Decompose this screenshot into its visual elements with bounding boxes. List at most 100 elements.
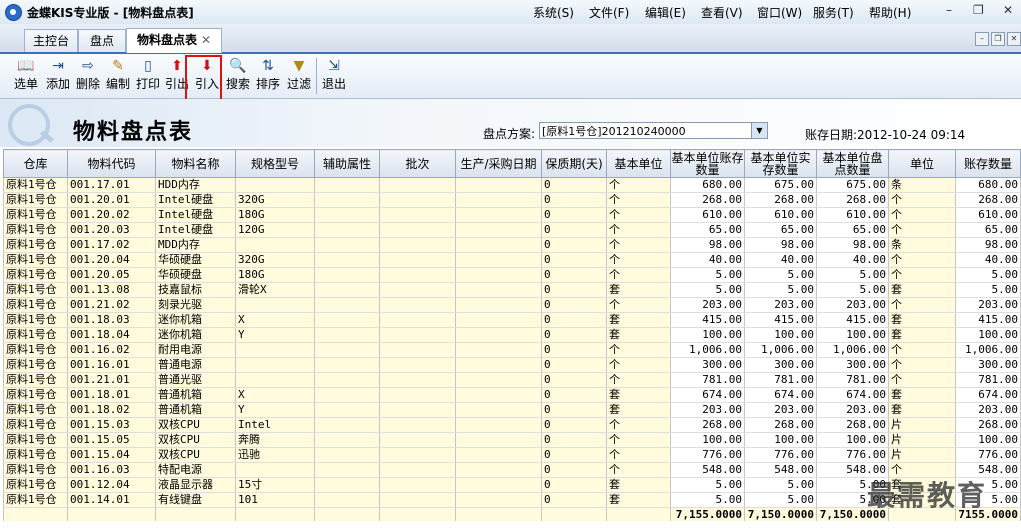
- table-cell[interactable]: 1,006.00: [670, 342, 745, 358]
- restore-icon[interactable]: ❐: [973, 3, 984, 17]
- table-cell[interactable]: 001.16.02: [67, 342, 156, 358]
- table-cell[interactable]: 610.00: [670, 207, 745, 223]
- table-cell[interactable]: 个: [888, 222, 956, 238]
- table-cell[interactable]: 98.00: [744, 237, 817, 253]
- table-row[interactable]: 原料1号仓 001.16.02 耐用电源 0 个 1,006.00 1,006.00 1,00…: [3, 342, 1021, 358]
- table-cell[interactable]: 675.00: [816, 177, 889, 193]
- column-header[interactable]: 账存数量: [955, 149, 1021, 178]
- table-cell[interactable]: 0: [541, 267, 607, 283]
- table-cell[interactable]: [455, 357, 542, 373]
- table-cell[interactable]: [379, 372, 456, 388]
- table-cell[interactable]: 610.00: [955, 207, 1021, 223]
- table-cell[interactable]: 40.00: [744, 252, 817, 268]
- table-cell[interactable]: 个: [606, 462, 671, 478]
- table-cell[interactable]: 原料1号仓: [3, 237, 68, 253]
- table-cell[interactable]: 65.00: [670, 222, 745, 238]
- table-row[interactable]: 原料1号仓 001.20.03 Intel硬盘 120G 0 个 65.00 65.00 65.…: [3, 222, 1021, 238]
- table-cell[interactable]: 个: [606, 417, 671, 433]
- table-cell[interactable]: 0: [541, 252, 607, 268]
- table-cell[interactable]: 套: [606, 402, 671, 418]
- table-cell[interactable]: 个: [606, 297, 671, 313]
- table-cell[interactable]: 001.20.03: [67, 222, 156, 238]
- table-cell[interactable]: [235, 357, 315, 373]
- table-cell[interactable]: 0: [541, 462, 607, 478]
- menu-window[interactable]: 窗口(W): [757, 4, 802, 21]
- table-cell[interactable]: 原料1号仓: [3, 297, 68, 313]
- table-cell[interactable]: Y: [235, 327, 315, 343]
- table-cell[interactable]: 0: [541, 177, 607, 193]
- table-cell[interactable]: 0: [541, 207, 607, 223]
- table-cell[interactable]: 5.00: [670, 477, 745, 493]
- table-cell[interactable]: 0: [541, 417, 607, 433]
- table-cell[interactable]: [235, 342, 315, 358]
- table-cell[interactable]: [455, 402, 542, 418]
- table-cell[interactable]: 0: [541, 192, 607, 208]
- table-cell[interactable]: 100.00: [744, 432, 817, 448]
- table-cell[interactable]: 001.18.03: [67, 312, 156, 328]
- column-header[interactable]: 批次: [379, 149, 456, 178]
- table-cell[interactable]: 203.00: [670, 402, 745, 418]
- column-header[interactable]: 辅助属性: [314, 149, 380, 178]
- table-cell[interactable]: 个: [606, 177, 671, 193]
- table-cell[interactable]: X: [235, 312, 315, 328]
- table-cell[interactable]: 101: [235, 492, 315, 508]
- table-cell[interactable]: [314, 222, 380, 238]
- column-header[interactable]: 物料名称: [155, 149, 236, 178]
- table-cell[interactable]: 781.00: [816, 372, 889, 388]
- table-cell[interactable]: 原料1号仓: [3, 417, 68, 433]
- table-cell[interactable]: [314, 282, 380, 298]
- table-cell[interactable]: 原料1号仓: [3, 477, 68, 493]
- table-row[interactable]: 原料1号仓 001.15.05 双核CPU 奔腾 0 个 100.00 100.00 100.0…: [3, 432, 1021, 448]
- table-cell[interactable]: [455, 327, 542, 343]
- table-cell[interactable]: 原料1号仓: [3, 252, 68, 268]
- column-header[interactable]: 基本单位账存数量: [670, 149, 745, 178]
- table-cell[interactable]: 0: [541, 297, 607, 313]
- table-row[interactable]: 原料1号仓 001.13.08 技嘉鼠标 滑轮X 0 套 5.00 5.00 5.00 套 5.00: [3, 282, 1021, 298]
- table-cell[interactable]: 个: [606, 432, 671, 448]
- table-cell[interactable]: 680.00: [670, 177, 745, 193]
- table-cell[interactable]: [314, 447, 380, 463]
- table-cell[interactable]: 5.00: [955, 267, 1021, 283]
- table-cell[interactable]: 原料1号仓: [3, 372, 68, 388]
- table-cell[interactable]: 原料1号仓: [3, 312, 68, 328]
- table-cell[interactable]: 迷你机箱: [155, 312, 236, 328]
- table-cell[interactable]: [379, 237, 456, 253]
- table-cell[interactable]: 781.00: [744, 372, 817, 388]
- table-cell[interactable]: [455, 207, 542, 223]
- table-cell[interactable]: Intel硬盘: [155, 192, 236, 208]
- table-cell[interactable]: 原料1号仓: [3, 282, 68, 298]
- table-cell[interactable]: 40.00: [670, 252, 745, 268]
- table-cell[interactable]: 268.00: [955, 192, 1021, 208]
- table-cell[interactable]: 套: [606, 282, 671, 298]
- table-cell[interactable]: [235, 237, 315, 253]
- table-cell[interactable]: 套: [606, 312, 671, 328]
- table-cell[interactable]: 技嘉鼠标: [155, 282, 236, 298]
- print-button[interactable]: ▯ 打印: [133, 56, 163, 96]
- table-cell[interactable]: [235, 462, 315, 478]
- mdi-close-icon[interactable]: ✕: [1007, 32, 1021, 46]
- table-cell[interactable]: 液晶显示器: [155, 477, 236, 493]
- mdi-minimize-icon[interactable]: –: [975, 32, 989, 46]
- table-cell[interactable]: [379, 492, 456, 508]
- table-cell[interactable]: 个: [606, 252, 671, 268]
- table-cell[interactable]: 个: [606, 207, 671, 223]
- table-cell[interactable]: 原料1号仓: [3, 402, 68, 418]
- menu-help[interactable]: 帮助(H): [869, 4, 911, 21]
- table-cell[interactable]: 674.00: [955, 387, 1021, 403]
- delete-button[interactable]: ⇨ 删除: [73, 56, 103, 96]
- table-cell[interactable]: 001.20.02: [67, 207, 156, 223]
- table-cell[interactable]: 原料1号仓: [3, 387, 68, 403]
- table-cell[interactable]: [379, 192, 456, 208]
- add-button[interactable]: ⇥ 添加: [43, 56, 73, 96]
- column-header[interactable]: 单位: [888, 149, 956, 178]
- chevron-down-icon[interactable]: ▼: [751, 123, 767, 138]
- table-cell[interactable]: 条: [888, 177, 956, 193]
- table-cell[interactable]: 华硕硬盘: [155, 267, 236, 283]
- table-cell[interactable]: [455, 387, 542, 403]
- table-cell[interactable]: 个: [888, 192, 956, 208]
- table-row[interactable]: 原料1号仓 001.18.03 迷你机箱 X 0 套 415.00 415.00 415.00 套…: [3, 312, 1021, 328]
- table-cell[interactable]: 203.00: [670, 297, 745, 313]
- table-cell[interactable]: 98.00: [816, 237, 889, 253]
- table-cell[interactable]: [455, 477, 542, 493]
- table-cell[interactable]: 普通机箱: [155, 402, 236, 418]
